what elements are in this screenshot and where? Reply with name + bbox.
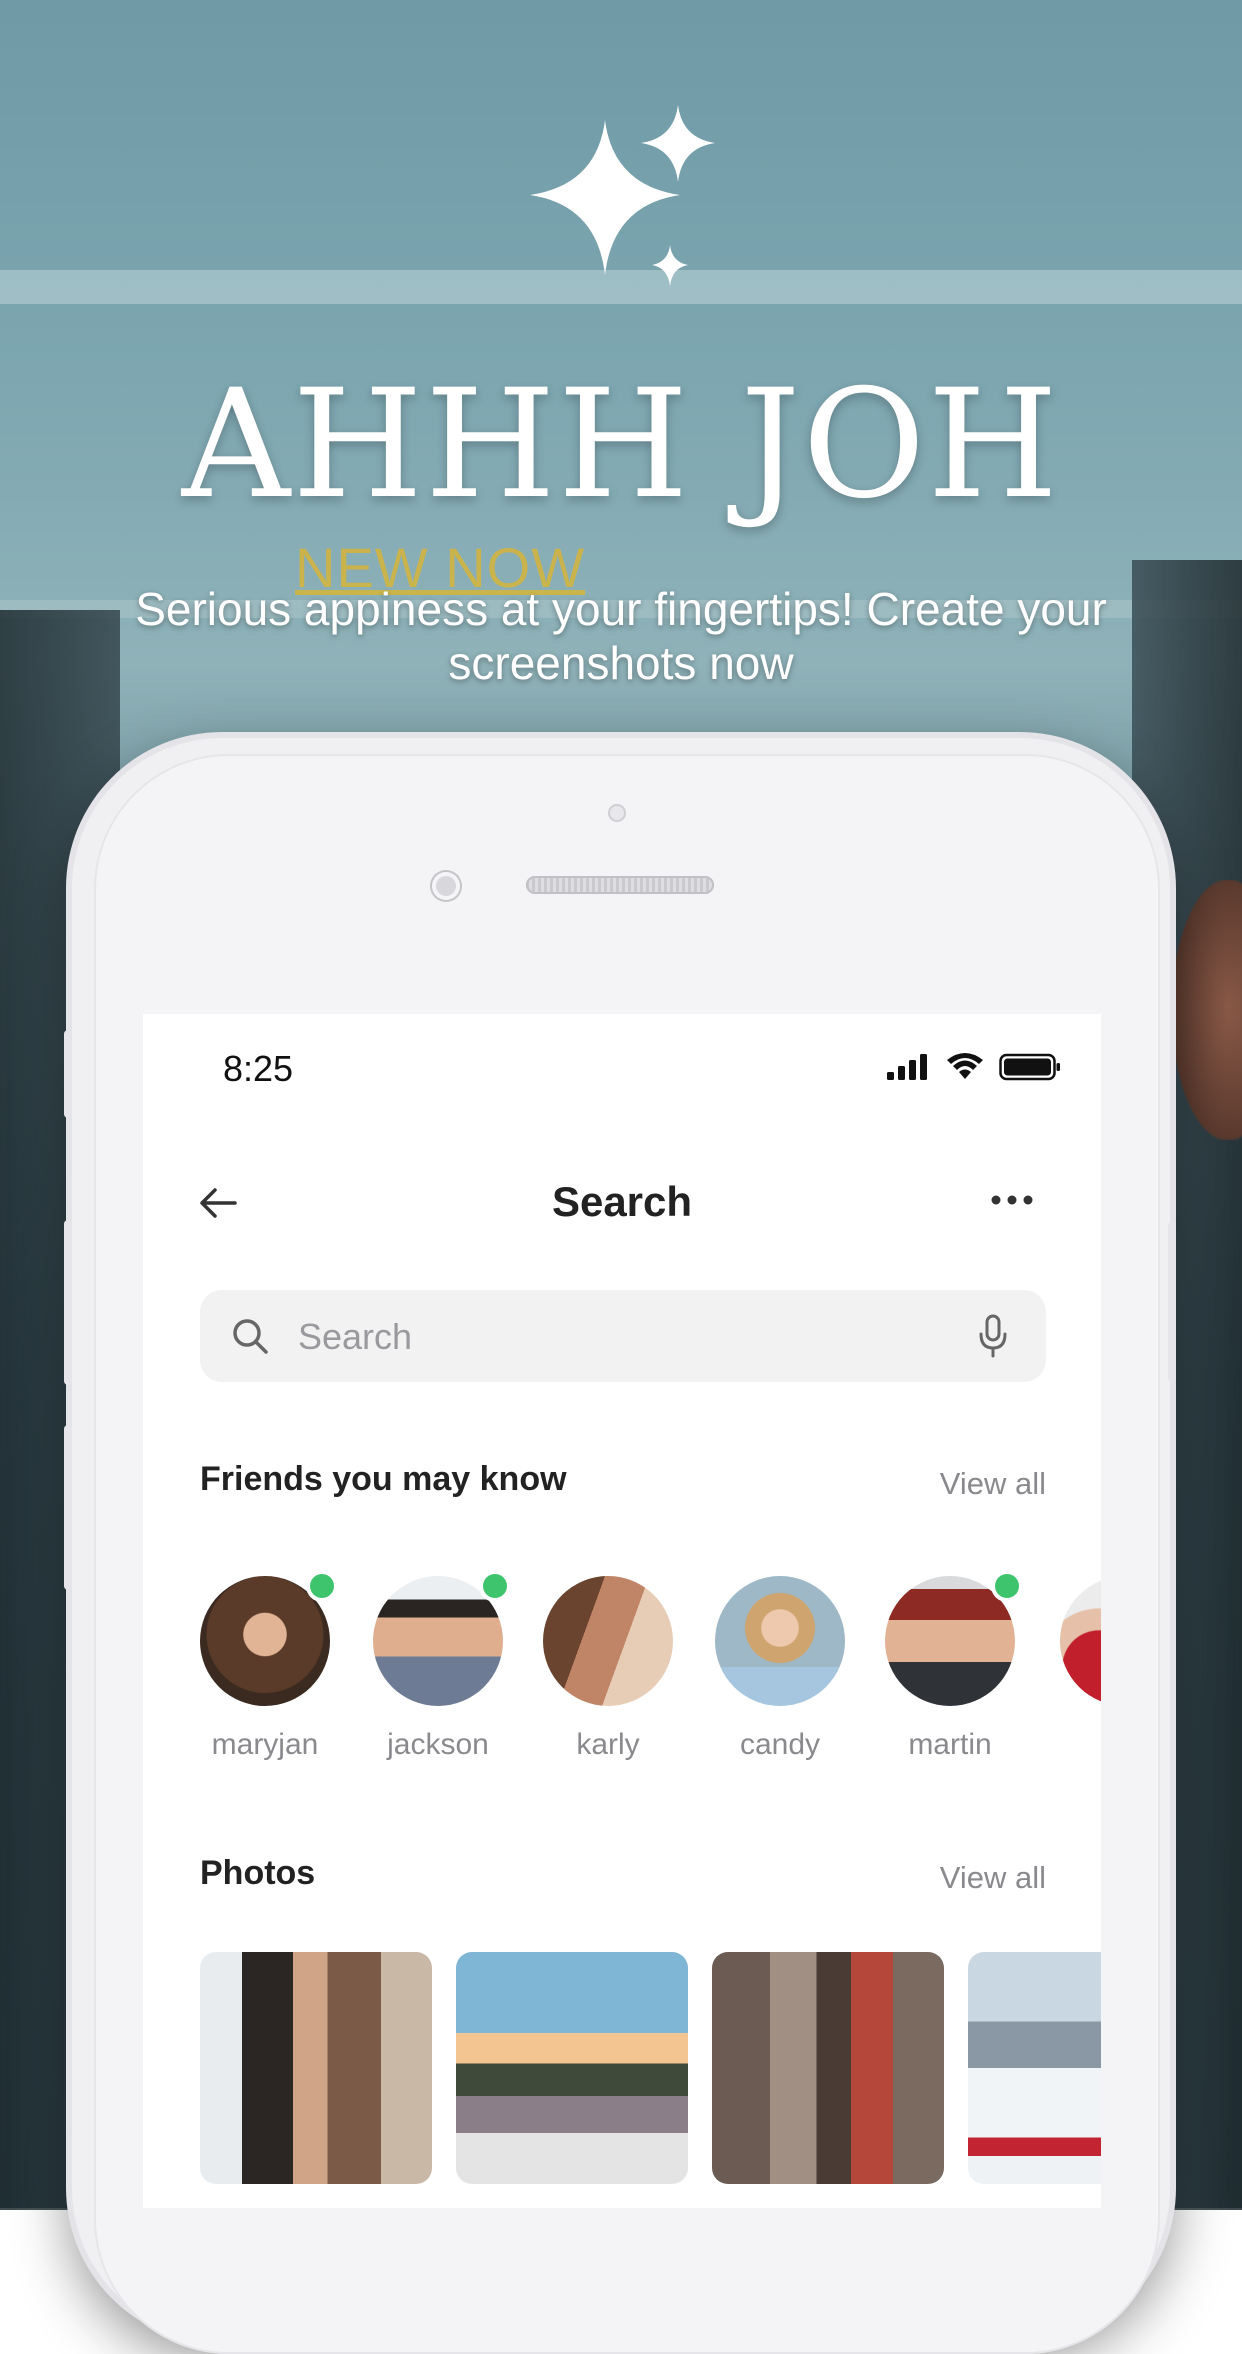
photo-thumbnail[interactable] — [712, 1952, 944, 2184]
avatar — [543, 1576, 673, 1706]
online-status-dot — [483, 1574, 507, 1598]
friend-item-karly[interactable]: karly — [538, 1576, 678, 1762]
background-basket — [1172, 880, 1242, 1140]
online-status-dot — [995, 1574, 1019, 1598]
app-screen: 8:25 Search Search Friends you may know … — [143, 1014, 1101, 2208]
search-icon — [233, 1319, 268, 1354]
phone-volume-down — [64, 1425, 72, 1590]
avatar — [200, 1574, 334, 1706]
friend-item-candy[interactable]: candy — [710, 1576, 850, 1762]
status-time: 8:25 — [223, 1048, 294, 1089]
search-input[interactable] — [296, 1308, 940, 1366]
friends-section-title: Friends you may know — [200, 1460, 567, 1498]
sparkle-icon — [530, 105, 715, 286]
friend-name: m — [1055, 1728, 1101, 1762]
friend-name: candy — [739, 1728, 821, 1761]
microphone-icon[interactable] — [978, 1314, 1008, 1358]
front-camera — [432, 872, 460, 900]
wifi-icon — [947, 1053, 983, 1079]
friend-name: maryjan — [211, 1728, 319, 1761]
battery-icon — [999, 1053, 1060, 1081]
phone-mute-switch — [64, 1030, 72, 1118]
page-title: Search — [551, 1178, 693, 1225]
friend-name: jackson — [387, 1728, 489, 1761]
avatar — [885, 1574, 1019, 1706]
friend-item-maryjan[interactable]: maryjan — [195, 1574, 335, 1762]
photo-thumbnail[interactable] — [456, 1952, 688, 2184]
friend-item-partial[interactable]: m — [1055, 1576, 1101, 1762]
app-header: Search — [143, 1164, 1101, 1254]
photo-thumbnail[interactable] — [200, 1952, 432, 2184]
friend-name: karly — [576, 1728, 640, 1761]
status-icons — [885, 1052, 1061, 1082]
friend-item-martin[interactable]: martin — [880, 1574, 1020, 1762]
photo-thumbnail[interactable] — [968, 1952, 1101, 2184]
phone-power-button — [1168, 1222, 1176, 1382]
search-bar[interactable] — [200, 1290, 1046, 1382]
friends-view-all-link[interactable]: View all — [940, 1466, 1046, 1502]
avatar — [1060, 1576, 1101, 1706]
promo-title: AHHH JOH — [181, 358, 1061, 532]
promo-subtitle: Serious appiness at your fingertips! Cre… — [135, 583, 1107, 689]
proximity-sensor — [608, 804, 626, 822]
avatar — [373, 1574, 507, 1706]
friend-item-jackson[interactable]: jackson — [368, 1574, 508, 1762]
photos-section-title: Photos — [200, 1854, 316, 1892]
more-horizontal-icon[interactable] — [991, 1194, 1033, 1206]
signal-icon — [887, 1054, 927, 1080]
earpiece-speaker — [526, 876, 714, 894]
friend-name: martin — [908, 1728, 992, 1761]
photos-view-all-link[interactable]: View all — [940, 1860, 1046, 1896]
online-status-dot — [310, 1574, 334, 1598]
avatar — [715, 1576, 845, 1706]
phone-volume-up — [64, 1220, 72, 1385]
